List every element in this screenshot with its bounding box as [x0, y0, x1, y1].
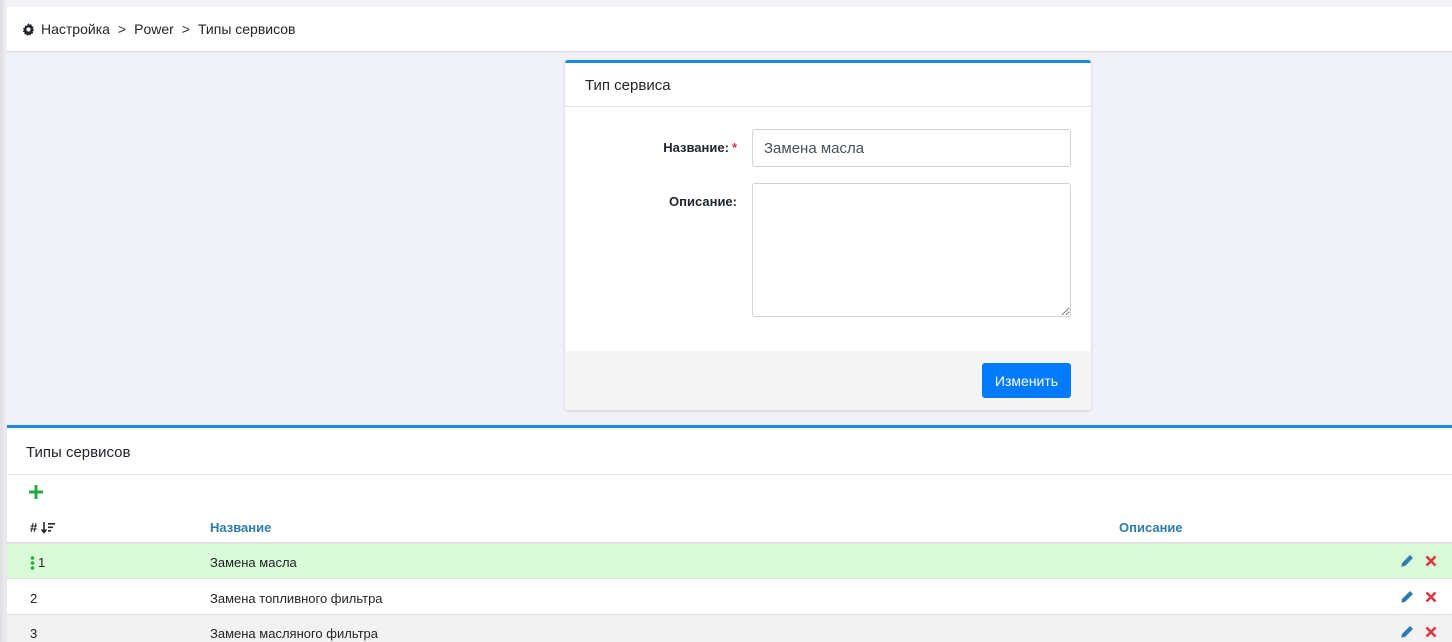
pencil-icon[interactable]	[1400, 590, 1414, 604]
form-card-title: Тип сервиса	[565, 63, 1091, 107]
row-actions	[1400, 590, 1438, 604]
row-actions	[1400, 554, 1438, 568]
sort-desc-icon[interactable]	[41, 521, 56, 535]
table-row[interactable]: 2 Замена топливного фильтра	[7, 580, 1452, 615]
row-name: Замена масляного фильтра	[210, 626, 378, 641]
drag-handle-icon[interactable]	[30, 555, 35, 570]
plus-icon[interactable]	[29, 485, 43, 499]
row-name: Замена масла	[210, 555, 297, 570]
close-icon[interactable]	[1424, 590, 1438, 604]
pencil-icon[interactable]	[1400, 554, 1414, 568]
row-num-cell: 3	[30, 626, 37, 641]
service-types-list-card: Типы сервисов # Название Описание 1 Заме…	[7, 425, 1452, 642]
row-num: 2	[30, 591, 38, 606]
list-card-title: Типы сервисов	[7, 428, 1452, 475]
gear-icon	[22, 22, 35, 36]
close-icon[interactable]	[1424, 625, 1438, 639]
row-num: 3	[30, 626, 38, 641]
required-mark: *	[731, 140, 737, 155]
name-input[interactable]	[752, 129, 1071, 167]
pencil-icon[interactable]	[1400, 625, 1414, 639]
table-row[interactable]: 3 Замена масляного фильтра	[7, 615, 1452, 642]
breadcrumb-item-power[interactable]: Power	[134, 21, 174, 37]
row-num-cell: 2	[30, 591, 37, 606]
close-icon[interactable]	[1424, 554, 1438, 568]
row-name: Замена топливного фильтра	[210, 591, 383, 606]
column-header-description[interactable]: Описание	[1119, 520, 1183, 535]
form-card-footer: Изменить	[565, 351, 1091, 410]
description-textarea[interactable]	[752, 183, 1071, 317]
table-row[interactable]: 1 Замена масла	[7, 544, 1452, 579]
save-button[interactable]: Изменить	[982, 363, 1071, 398]
row-actions	[1400, 625, 1438, 639]
column-header-num[interactable]: #	[30, 520, 56, 535]
row-num-cell: 1	[30, 555, 45, 570]
name-label: Название: *	[663, 140, 737, 155]
breadcrumb-item-settings[interactable]: Настройка	[41, 21, 110, 37]
description-label: Описание:	[669, 194, 737, 209]
breadcrumb-separator: >	[117, 21, 127, 37]
row-num: 1	[38, 555, 46, 570]
breadcrumb-item-service-types: Типы сервисов	[197, 21, 296, 37]
table-header: # Название Описание	[7, 512, 1452, 544]
breadcrumb: Настройка > Power > Типы сервисов	[7, 7, 1452, 52]
column-header-name[interactable]: Название	[210, 520, 271, 535]
left-edge	[0, 0, 6, 642]
breadcrumb-separator: >	[181, 21, 190, 37]
service-type-form-card: Тип сервиса Название:* Описание: Изменит…	[565, 60, 1091, 410]
